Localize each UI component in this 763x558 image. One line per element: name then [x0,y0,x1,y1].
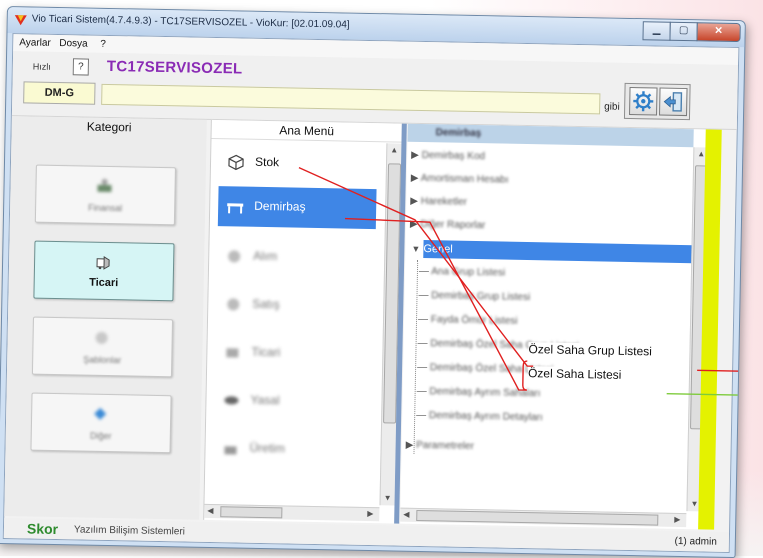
company-code: TC17SERVISOZEL [107,58,243,78]
client-area: Ayarlar Dosya ? Hızlı ? TC17SERVISOZEL D… [3,33,740,553]
ana-menu-uretim[interactable]: Üretim [213,428,372,471]
trade-icon [223,343,241,361]
menu-dosya[interactable]: Dosya [59,38,88,50]
callout-ozel-saha: Özel Saha Listesi [528,366,622,382]
tree-node-demirbas-kod[interactable]: ▶ Demirbaş Kod [411,150,485,162]
kategori-panel: Kategori Finansal Ticari Şablonlar Diğer [4,116,207,520]
tree-node-demirbas-grup[interactable]: — Demirbaş Grup Listesi [418,290,530,303]
ana-menu-hscrollbar[interactable]: ◀ ▶ [204,504,379,521]
search-input[interactable] [101,84,600,115]
kategori-header: Kategori [12,116,207,138]
menu-ayarlar[interactable]: Ayarlar [19,37,51,49]
demirbas-panel: Demirbaş ▶ Demirbaş Kod ▶ Amortisman Hes… [400,124,708,530]
tree-node-hareketler[interactable]: ▶ Hareketler [410,196,467,208]
ana-menu-ticari[interactable]: Ticari [215,332,374,375]
ana-menu-satis[interactable]: Satış [216,284,375,327]
tool-group [624,83,691,120]
close-button[interactable]: ✕ [696,22,740,42]
other-icon [91,405,109,423]
ana-menu-demirbas[interactable]: Demirbaş [218,186,377,229]
tree-node-fayda-omur[interactable]: — Fayda Ömür Listesi [418,314,518,327]
brand-company: Yazılım Bilişim Sistemleri [74,524,185,537]
tree-expand-genel-icon[interactable]: ▼ [411,244,420,254]
app-window: Vio Ticari Sistem(4.7.4.9.3) - TC17SERVI… [0,6,746,558]
kategori-ticari[interactable]: Ticari [33,241,174,302]
ana-menu-stok[interactable]: Stok [219,142,378,185]
hizli-label: Hızlı [33,62,51,72]
current-user: (1) admin [674,536,716,548]
tree-node-ayrim-sahalari[interactable]: — Demirbaş Ayrım Sahaları [417,386,541,399]
exit-icon [660,89,686,115]
ana-menu-hscroll-thumb[interactable] [220,506,282,518]
callout-ozel-saha-grup: Özel Saha Grup Listesi [528,342,652,358]
ana-menu-panel: Ana Menü Stok Demirbaş Alım [203,120,402,524]
help-icon[interactable]: ? [73,58,89,75]
kategori-finansal[interactable]: Finansal [35,165,176,226]
buy-icon [225,247,243,265]
menu-help[interactable]: ? [100,39,106,50]
desk-icon [226,197,244,215]
ana-menu-yasal[interactable]: Yasal [214,380,373,423]
box-icon [227,153,245,171]
screen-code: DM-G [23,81,95,104]
minimize-button[interactable]: ▁ [642,21,670,41]
exit-button[interactable] [659,88,688,117]
tree-node-parametreler[interactable]: ▶ Parametreler [406,440,474,452]
tree-node-ana-grup[interactable]: — Ana Grup Listesi [419,266,505,279]
tree-node-ayrim-detaylari[interactable]: — Demirbaş Ayrım Detayları [416,410,543,423]
eye-icon [222,391,240,409]
finance-icon [95,177,113,195]
factory-icon [221,439,239,457]
demirbas-hscroll-thumb[interactable] [416,510,658,526]
kategori-sablonlar[interactable]: Şablonlar [32,317,173,378]
template-icon [92,329,110,347]
window-title: Vio Ticari Sistem(4.7.4.9.3) - TC17SERVI… [32,13,350,30]
settings-button[interactable] [629,87,658,116]
gear-icon [630,88,656,114]
sell-icon [224,295,242,313]
gibi-label: gibi [604,101,620,112]
vio-logo-icon [14,13,28,27]
ana-menu-alim[interactable]: Alım [217,236,376,279]
maximize-button[interactable]: ▢ [669,22,697,42]
ticari-icon [94,253,112,271]
tree-node-diger-raporlar[interactable]: ▶ Diğer Raporlar [410,219,486,231]
brand-logo: Skor [27,520,58,537]
tree-node-genel[interactable]: Genel [423,240,693,263]
demirbas-hscrollbar[interactable]: ◀ ▶ [400,508,686,527]
tree-node-amortisman[interactable]: ▶ Amortisman Hesabı [411,173,509,186]
kategori-diger[interactable]: Diğer [30,393,171,454]
